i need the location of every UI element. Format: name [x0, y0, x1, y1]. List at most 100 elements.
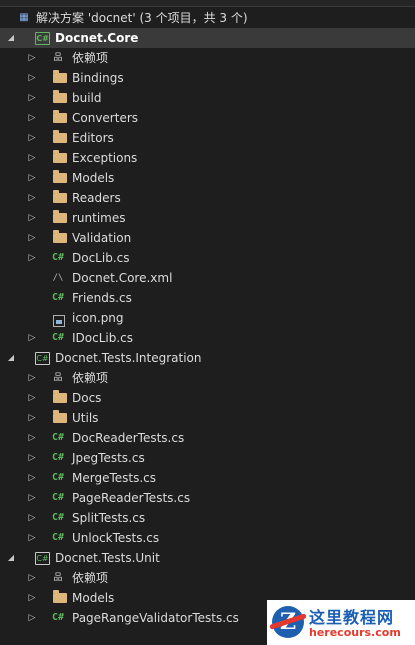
tree-item[interactable]: ▷ C# DocLib.cs: [0, 248, 415, 268]
csharp-file-icon: C#: [51, 432, 65, 443]
expand-arrow-icon[interactable]: ▷: [27, 128, 37, 148]
expand-arrow-icon[interactable]: ▷: [27, 328, 37, 348]
folder-icon: [53, 230, 67, 243]
expand-arrow-icon[interactable]: ▷: [27, 68, 37, 88]
tree-item-label: Bindings: [72, 71, 124, 85]
expand-arrow-icon[interactable]: ▷: [27, 88, 37, 108]
project-label: Docnet.Tests.Integration: [55, 351, 202, 365]
folder-icon: [53, 590, 67, 603]
tree-item-label: DocLib.cs: [72, 251, 130, 265]
expand-arrow-icon[interactable]: ▷: [27, 248, 37, 268]
tree-item[interactable]: icon.png: [0, 308, 415, 328]
expand-arrow-icon[interactable]: ▷: [27, 48, 37, 68]
tree-item[interactable]: ▷ C# IDocLib.cs: [0, 328, 415, 348]
tree-item[interactable]: ▷ 品依赖项: [0, 568, 415, 588]
expand-arrow-icon[interactable]: ▷: [27, 508, 37, 528]
tree-item-label: UnlockTests.cs: [72, 531, 160, 545]
csharp-file-icon: C#: [51, 612, 65, 623]
expand-arrow-icon[interactable]: ▷: [27, 428, 37, 448]
project-node[interactable]: ◢ C# Docnet.Tests.Integration: [0, 348, 415, 368]
tree-item[interactable]: ▷ C# DocReaderTests.cs: [0, 428, 415, 448]
tree-item[interactable]: ▷ Bindings: [0, 68, 415, 88]
csharp-file-icon: C#: [51, 292, 65, 303]
folder-icon: [53, 130, 67, 143]
tree-item[interactable]: ▷ C# SplitTests.cs: [0, 508, 415, 528]
expand-arrow-icon[interactable]: ▷: [27, 488, 37, 508]
expand-arrow-icon[interactable]: ▷: [27, 448, 37, 468]
folder-icon: [53, 410, 67, 423]
tree-item[interactable]: ▷ Models: [0, 168, 415, 188]
folder-icon: [53, 210, 67, 223]
tree-item[interactable]: /\ Docnet.Core.xml: [0, 268, 415, 288]
tree-item[interactable]: ▷ runtimes: [0, 208, 415, 228]
expand-arrow-icon[interactable]: ▷: [27, 368, 37, 388]
watermark-url: herecours.com: [309, 626, 401, 639]
collapse-arrow-icon[interactable]: ◢: [6, 548, 16, 568]
tree-item-label: Utils: [72, 411, 99, 425]
expand-arrow-icon[interactable]: ▷: [27, 528, 37, 548]
expand-arrow-icon[interactable]: ▷: [27, 108, 37, 128]
tree-item-label: 依赖项: [72, 571, 109, 585]
test-project-icon: C#: [35, 352, 50, 365]
tree-item-label: IDocLib.cs: [72, 331, 134, 345]
tree-item-label: 依赖项: [72, 371, 109, 385]
tree-item[interactable]: ▷ 品依赖项: [0, 368, 415, 388]
tree-item[interactable]: ▷ Readers: [0, 188, 415, 208]
expand-arrow-icon[interactable]: ▷: [27, 188, 37, 208]
tree-item-label: Models: [72, 171, 115, 185]
csharp-file-icon: C#: [51, 332, 65, 343]
tree-item[interactable]: ▷ Validation: [0, 228, 415, 248]
collapse-arrow-icon[interactable]: ◢: [6, 28, 16, 48]
expand-arrow-icon[interactable]: ▷: [27, 588, 37, 608]
solution-node[interactable]: ▦ 解决方案 'docnet' (3 个项目，共 3 个): [0, 8, 415, 28]
tree-item-label: MergeTests.cs: [72, 471, 157, 485]
expand-arrow-icon[interactable]: ▷: [27, 148, 37, 168]
csharp-file-icon: C#: [51, 252, 65, 263]
tree-item[interactable]: ▷ C# UnlockTests.cs: [0, 528, 415, 548]
tree-item-label: DocReaderTests.cs: [72, 431, 185, 445]
image-content-shape: [56, 320, 62, 324]
top-edge-strip: [0, 0, 415, 7]
folder-icon: [53, 390, 67, 403]
expand-arrow-icon[interactable]: ▷: [27, 168, 37, 188]
solution-icon: ▦: [19, 12, 29, 23]
tree-item-label: Readers: [72, 191, 121, 205]
project-label: Docnet.Core: [55, 31, 139, 45]
expand-arrow-icon[interactable]: ▷: [27, 408, 37, 428]
tree-item-label: runtimes: [72, 211, 126, 225]
dependencies-icon: 品: [53, 373, 63, 383]
tree-item[interactable]: ▷ C# JpegTests.cs: [0, 448, 415, 468]
tree-item-label: 依赖项: [72, 51, 109, 65]
image-frame-shape: [53, 315, 65, 327]
tree-item[interactable]: ▷ Exceptions: [0, 148, 415, 168]
collapse-arrow-icon[interactable]: ◢: [6, 348, 16, 368]
tree-item-label: Exceptions: [72, 151, 138, 165]
tree-item[interactable]: ▷ Docs: [0, 388, 415, 408]
tree-item-label: PageReaderTests.cs: [72, 491, 191, 505]
tree-item-label: Friends.cs: [72, 291, 132, 305]
expand-arrow-icon[interactable]: ▷: [27, 228, 37, 248]
watermark-title: 这里教程网: [309, 608, 395, 627]
expand-arrow-icon[interactable]: ▷: [27, 388, 37, 408]
xml-file-icon: /\: [52, 273, 64, 283]
expand-arrow-icon[interactable]: ▷: [27, 568, 37, 588]
tree-item[interactable]: ▷ Converters: [0, 108, 415, 128]
tree-item[interactable]: ▷ Utils: [0, 408, 415, 428]
tree-item[interactable]: ▷ Editors: [0, 128, 415, 148]
tree-item[interactable]: ▷ C# PageReaderTests.cs: [0, 488, 415, 508]
watermark: Z 这里教程网 herecours.com: [267, 600, 415, 645]
project-node[interactable]: ◢ C# Docnet.Core: [0, 28, 415, 48]
project-node[interactable]: ◢ C# Docnet.Tests.Unit: [0, 548, 415, 568]
tree-item[interactable]: ▷ build: [0, 88, 415, 108]
expand-arrow-icon[interactable]: ▷: [27, 608, 37, 628]
tree-item-label: Converters: [72, 111, 139, 125]
tree-item[interactable]: C# Friends.cs: [0, 288, 415, 308]
expand-arrow-icon[interactable]: ▷: [27, 208, 37, 228]
folder-icon: [53, 70, 67, 83]
test-project-icon: C#: [35, 552, 50, 565]
csharp-file-icon: C#: [51, 472, 65, 483]
expand-arrow-icon[interactable]: ▷: [27, 468, 37, 488]
csharp-file-icon: C#: [51, 452, 65, 463]
tree-item[interactable]: ▷ 品依赖项: [0, 48, 415, 68]
tree-item[interactable]: ▷ C# MergeTests.cs: [0, 468, 415, 488]
